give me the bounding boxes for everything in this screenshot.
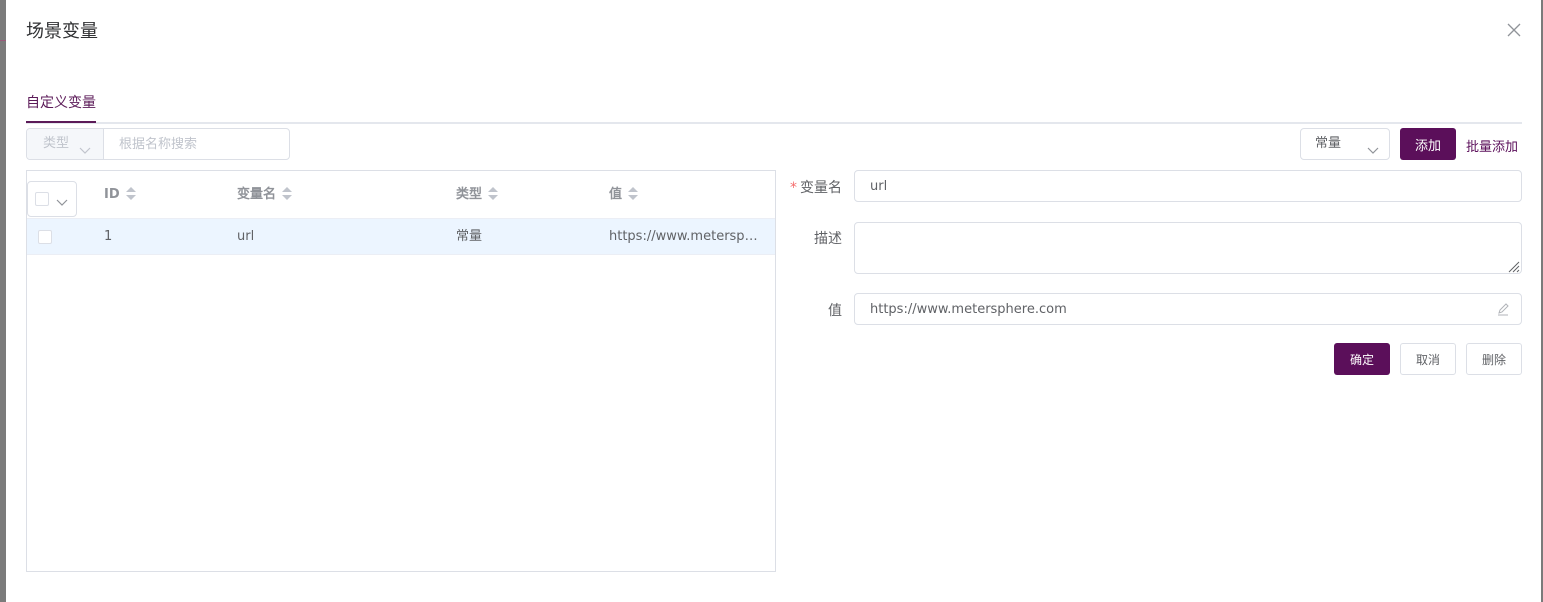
resize-grip-icon[interactable]	[1506, 258, 1520, 273]
chevron-down-icon	[1367, 138, 1379, 168]
cell-value: https://www.metersphere.com	[609, 229, 765, 244]
cancel-button[interactable]: 取消	[1400, 343, 1456, 375]
edit-icon[interactable]	[1496, 301, 1510, 316]
batch-add-link[interactable]: 批量添加	[1466, 136, 1518, 155]
variable-filter: 类型	[26, 128, 290, 160]
sort-icon[interactable]	[628, 186, 639, 201]
description-label: 描述	[814, 231, 842, 247]
dialog-title: 场景变量	[26, 21, 98, 42]
confirm-button[interactable]: 确定	[1334, 343, 1390, 375]
column-header-label: 变量名	[237, 187, 277, 202]
value-label: 值	[828, 303, 842, 319]
tab-bar: 自定义变量	[26, 88, 1522, 124]
tab-custom-variables[interactable]: 自定义变量	[26, 88, 96, 124]
description-textarea[interactable]	[854, 222, 1522, 274]
close-icon[interactable]	[1504, 20, 1524, 40]
name-label: * 变量名	[782, 177, 842, 197]
required-mark: *	[790, 180, 797, 196]
scene-variable-dialog: 场景变量 自定义变量 类型 常量 添加 批量添加	[6, 0, 1541, 602]
cell-type: 常量	[456, 229, 483, 244]
cell-id: 1	[104, 229, 113, 244]
table-header: ID 变量名 类型 值	[27, 171, 775, 219]
table-row[interactable]: 1 url 常量 https://www.metersphere.com	[27, 219, 775, 255]
type-filter-select[interactable]: 类型	[27, 129, 104, 159]
variable-type-value: 常量	[1315, 136, 1342, 151]
column-header-value[interactable]: 值	[609, 171, 639, 219]
variable-name-input[interactable]	[854, 170, 1522, 202]
column-header-label: ID	[104, 187, 120, 202]
sort-icon[interactable]	[125, 186, 136, 201]
add-button[interactable]: 添加	[1400, 128, 1456, 160]
cell-name: url	[237, 229, 255, 244]
name-search-input[interactable]	[104, 129, 289, 159]
row-checkbox[interactable]	[38, 230, 52, 244]
select-all-dropdown[interactable]	[27, 181, 77, 217]
type-filter-placeholder: 类型	[43, 136, 70, 151]
chevron-down-icon	[79, 138, 91, 168]
tab-active-indicator	[26, 121, 96, 123]
sort-icon[interactable]	[488, 186, 499, 201]
column-header-id[interactable]: ID	[104, 171, 136, 219]
chevron-down-icon	[56, 193, 68, 212]
select-all-checkbox[interactable]	[35, 192, 49, 206]
column-header-type[interactable]: 类型	[456, 171, 499, 219]
variable-value-input[interactable]	[854, 293, 1522, 325]
delete-button[interactable]: 删除	[1466, 343, 1522, 375]
variable-table: ID 变量名 类型 值 1 url 常量 https://www.metersp…	[26, 170, 776, 572]
sort-icon[interactable]	[282, 186, 293, 201]
variable-type-select[interactable]: 常量	[1300, 128, 1390, 160]
name-label-text: 变量名	[800, 180, 842, 196]
column-header-label: 值	[609, 187, 623, 202]
column-header-name[interactable]: 变量名	[237, 171, 293, 219]
column-header-label: 类型	[456, 187, 483, 202]
